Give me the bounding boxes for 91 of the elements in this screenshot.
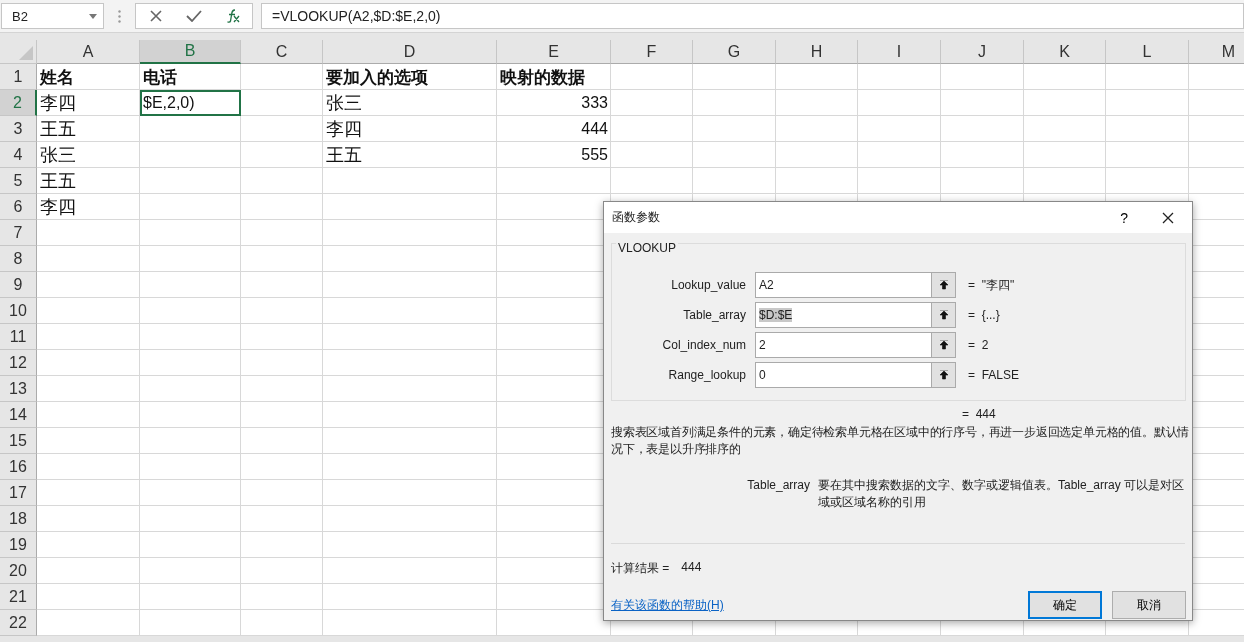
dropdown-caret-icon[interactable] — [89, 13, 97, 19]
argument-label: Lookup_value — [670, 278, 747, 292]
row-header[interactable]: 10 — [0, 298, 37, 324]
dialog-button[interactable]: 取消 — [1112, 591, 1186, 619]
row-header[interactable]: 6 — [0, 194, 37, 220]
drag-handle-icon — [118, 9, 121, 23]
collapse-dialog-button[interactable] — [932, 332, 956, 358]
column-header[interactable]: F — [611, 40, 693, 64]
table-cell-text: 电话 — [142, 66, 178, 89]
row-header[interactable]: 18 — [0, 506, 37, 532]
row-header[interactable]: 22 — [0, 610, 37, 636]
column-header[interactable]: I — [858, 40, 941, 64]
formula-result: = 444 — [962, 407, 997, 421]
table-cell-text: 姓名 — [38, 66, 75, 89]
up-arrow-icon[interactable] — [938, 280, 949, 290]
column-header[interactable]: B — [140, 40, 241, 64]
row-header[interactable]: 19 — [0, 532, 37, 558]
column-header[interactable]: C — [241, 40, 323, 64]
argument-field[interactable]: 0 — [755, 362, 932, 388]
column-header[interactable]: G — [693, 40, 776, 64]
dialog-button[interactable]: 确定 — [1028, 591, 1102, 619]
table-cell-text: 映射的数据 — [499, 66, 586, 89]
argument-result: = "李四" — [968, 276, 1015, 294]
table-cell-text: 张三 — [39, 144, 77, 167]
row-header[interactable]: 16 — [0, 454, 37, 480]
function-description: 搜索表区域首列满足条件的元素，确定待检索单元格在区域中的行序号，再进一步返回选定单元格的值。默认情况下，表是以升序排序的 — [611, 424, 1191, 458]
row-header[interactable]: 7 — [0, 220, 37, 246]
row-header[interactable]: 20 — [0, 558, 37, 584]
up-arrow-icon[interactable] — [938, 340, 949, 350]
group-title: VLOOKUP — [616, 241, 679, 255]
row-header[interactable]: 21 — [0, 584, 37, 610]
table-cell-text: 王五 — [39, 118, 77, 141]
argument-result: = {...} — [968, 308, 1000, 322]
help-link[interactable]: 有关该函数的帮助(H) — [611, 596, 724, 614]
column-header[interactable]: M — [1189, 40, 1244, 64]
row-header[interactable]: 4 — [0, 142, 37, 168]
row-header[interactable]: 13 — [0, 376, 37, 402]
argument-label: Range_lookup — [667, 368, 747, 382]
argument-result: = FALSE — [968, 368, 1020, 382]
column-header[interactable]: J — [941, 40, 1024, 64]
row-header[interactable]: 15 — [0, 428, 37, 454]
argument-name: Table_array — [746, 477, 811, 494]
row-header[interactable]: 12 — [0, 350, 37, 376]
row-header[interactable]: 3 — [0, 116, 37, 142]
argument-field[interactable]: $D:$E — [755, 302, 932, 328]
argument-result: = 2 — [968, 338, 989, 352]
table-cell-text: 王五 — [39, 170, 77, 193]
argument-label: Col_index_num — [661, 338, 747, 352]
close-icon[interactable] — [1162, 211, 1174, 224]
table-cell-text: 王五 — [325, 144, 363, 167]
row-header[interactable]: 2 — [0, 90, 37, 116]
row-header[interactable]: 17 — [0, 480, 37, 506]
collapse-dialog-button[interactable] — [932, 272, 956, 298]
active-cell[interactable]: $E,2,0) — [140, 90, 241, 116]
insert-function-icon[interactable] — [226, 9, 240, 23]
row-header[interactable]: 14 — [0, 402, 37, 428]
up-arrow-icon[interactable] — [938, 310, 949, 320]
dialog-title: 函数参数 — [612, 209, 661, 226]
table-cell-text: 李四 — [39, 196, 77, 219]
cancel-icon[interactable] — [150, 10, 162, 22]
formula-bar[interactable]: =VLOOKUP(A2,$D:$E,2,0) — [261, 3, 1244, 29]
calc-result-value: 444 — [681, 560, 702, 576]
row-header[interactable]: 9 — [0, 272, 37, 298]
table-cell-text: 333 — [580, 93, 609, 113]
enter-check-icon[interactable] — [186, 10, 202, 22]
table-cell-text: 444 — [580, 119, 609, 139]
row-header[interactable]: 1 — [0, 64, 37, 90]
argument-field[interactable]: A2 — [755, 272, 932, 298]
table-cell-text: 李四 — [325, 118, 363, 141]
column-header[interactable]: D — [323, 40, 497, 64]
row-header[interactable]: 11 — [0, 324, 37, 350]
argument-description: 要在其中搜索数据的文字、数字或逻辑值表。Table_array 可以是对区域或区域名称的引用 — [818, 477, 1186, 511]
column-header[interactable]: A — [37, 40, 140, 64]
collapse-dialog-button[interactable] — [932, 362, 956, 388]
help-button[interactable]: ? — [1120, 209, 1128, 226]
row-header[interactable]: 5 — [0, 168, 37, 194]
calc-result-label: 计算结果 = — [611, 560, 670, 577]
collapse-dialog-button[interactable] — [932, 302, 956, 328]
column-header[interactable]: K — [1024, 40, 1106, 64]
column-header[interactable]: H — [776, 40, 858, 64]
up-arrow-icon[interactable] — [938, 370, 949, 380]
table-cell-text: 要加入的选项 — [325, 66, 429, 89]
name-box[interactable]: B2 — [1, 3, 104, 29]
column-header[interactable]: E — [497, 40, 611, 64]
table-cell-text: 张三 — [325, 92, 363, 115]
argument-label: Table_array — [682, 308, 747, 322]
row-header[interactable]: 8 — [0, 246, 37, 272]
argument-field[interactable]: 2 — [755, 332, 932, 358]
table-cell-text: 李四 — [39, 92, 77, 115]
table-cell-text: 555 — [580, 145, 609, 165]
column-header[interactable]: L — [1106, 40, 1189, 64]
